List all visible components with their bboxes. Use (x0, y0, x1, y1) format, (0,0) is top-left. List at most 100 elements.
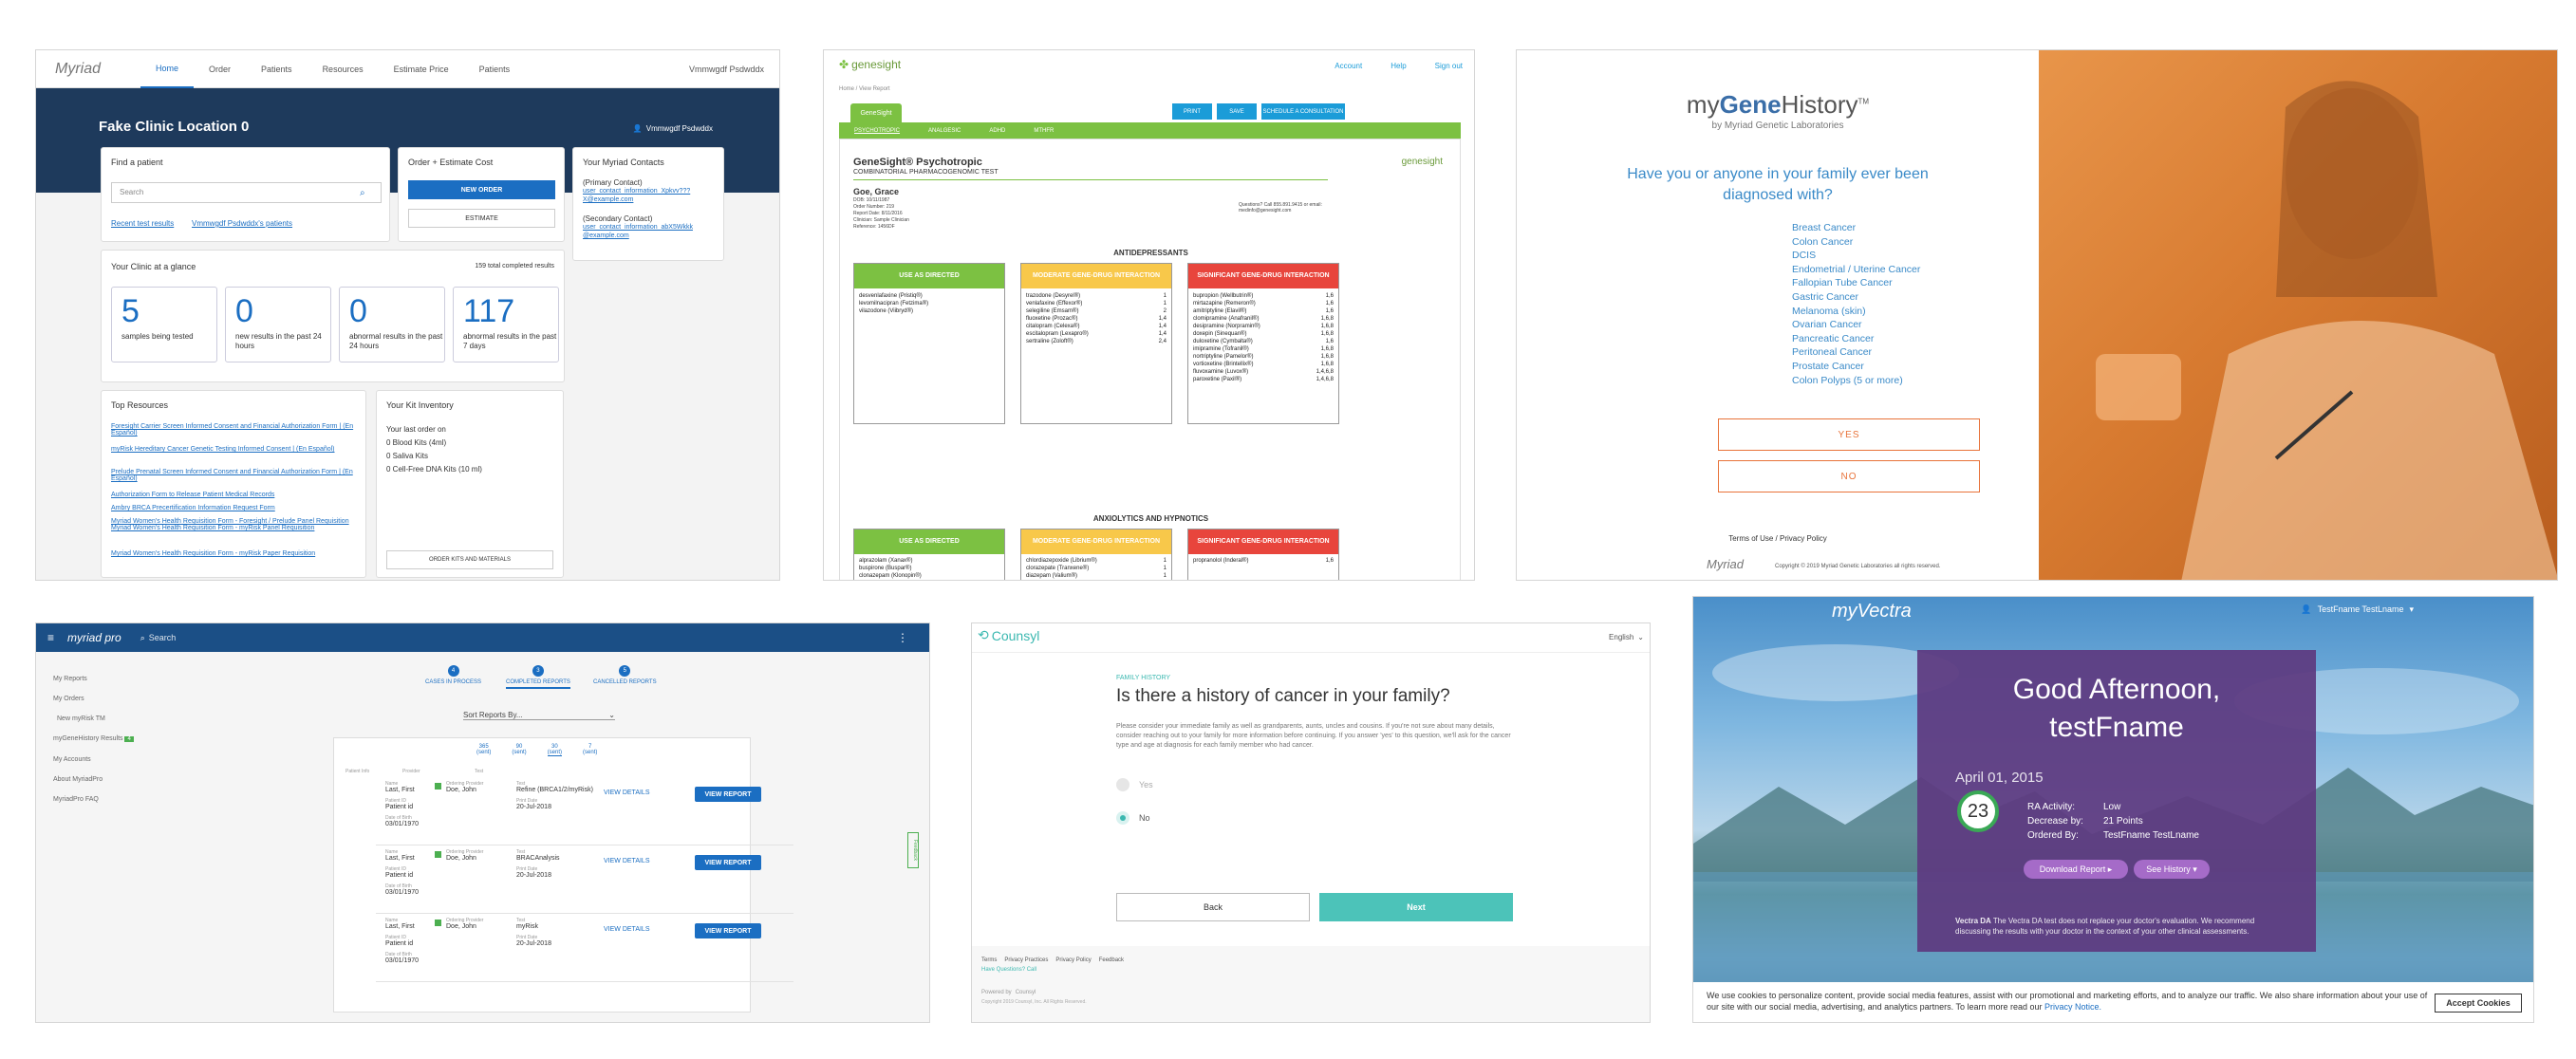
clinic-user[interactable]: Vmmwgdf Psdwddx (646, 124, 713, 133)
filter-365[interactable]: 365 (sent) (476, 744, 491, 756)
see-history-button[interactable]: See History ▾ (2134, 860, 2210, 879)
order-kits-button[interactable]: ORDER KITS AND MATERIALS (386, 550, 553, 569)
view-details-link[interactable]: VIEW DETAILS (604, 858, 650, 864)
cancer-option[interactable]: Colon Cancer (1792, 235, 1920, 250)
resource-link[interactable]: Myriad Women's Health Requisition Form -… (111, 550, 358, 557)
cancer-option[interactable]: Melanoma (skin) (1792, 305, 1920, 319)
subtab-psychotropic[interactable]: PSYCHOTROPIC (854, 128, 900, 134)
filter-7[interactable]: 7 (sent) (583, 744, 597, 756)
footer-link-privacy-practices[interactable]: Privacy Practices (1004, 957, 1048, 963)
stat-abnormal-7d[interactable]: 117 abnormal results in the past 7 days (453, 287, 559, 362)
sidebar-item-my-accounts[interactable]: My Accounts (53, 750, 134, 770)
yes-button[interactable]: YES (1718, 418, 1980, 451)
stat-samples-tested[interactable]: 5 samples being tested (111, 287, 217, 362)
nav-patients[interactable]: Patients (246, 50, 308, 88)
terms-link[interactable]: Terms of Use / Privacy Policy (1517, 534, 2039, 543)
primary-contact-name[interactable]: user_contact_information_Xpkvv??? (583, 188, 690, 195)
view-report-button[interactable]: VIEW REPORT (695, 855, 761, 870)
cancer-option[interactable]: Fallopian Tube Cancer (1792, 276, 1920, 290)
counsyl-logo[interactable]: Counsyl (992, 628, 1040, 643)
resource-link[interactable]: Foresight Carrier Screen Informed Consen… (111, 423, 358, 437)
sidebar-item-about[interactable]: About MyriadPro (53, 770, 134, 790)
tab-cases-in-process[interactable]: 4 CASES IN PROCESS (425, 665, 481, 685)
questions-call[interactable]: Have Questions? Call (981, 967, 1036, 973)
option-no[interactable]: No (1116, 811, 1150, 825)
tab-genesight[interactable]: GeneSight (850, 103, 902, 122)
cancer-option[interactable]: Ovarian Cancer (1792, 318, 1920, 332)
resource-link[interactable]: Prelude Prenatal Screen Informed Consent… (111, 469, 358, 482)
sidebar-item-my-reports[interactable]: My Reports (53, 669, 134, 689)
primary-contact-email[interactable]: X@example.com (583, 196, 633, 203)
filter-30[interactable]: 30 (sent) (547, 744, 563, 756)
stat-new-results[interactable]: 0 new results in the past 24 hours (225, 287, 331, 362)
new-order-button[interactable]: NEW ORDER (408, 180, 555, 199)
cancer-option[interactable]: Gastric Cancer (1792, 290, 1920, 305)
print-button[interactable]: PRINT (1172, 103, 1212, 120)
nav-resources[interactable]: Resources (308, 50, 379, 88)
breadcrumb[interactable]: Home / View Report (839, 86, 890, 92)
sort-select[interactable]: Sort Reports By... ⌄ (463, 711, 615, 720)
nav-estimate-price[interactable]: Estimate Price (379, 50, 464, 88)
genesight-logo[interactable]: genesight (851, 58, 901, 71)
tab-completed-reports[interactable]: 3 COMPLETED REPORTS (506, 665, 570, 689)
no-button[interactable]: NO (1718, 460, 1980, 492)
language-select[interactable]: English ⌄ (1609, 633, 1644, 641)
subtab-adhd[interactable]: ADHD (989, 128, 1005, 134)
cancer-option[interactable]: Pancreatic Cancer (1792, 332, 1920, 346)
patient-search-input[interactable]: Search (111, 182, 382, 203)
subtab-mthfr[interactable]: MTHFR (1034, 128, 1054, 134)
save-button[interactable]: SAVE (1217, 103, 1257, 120)
help-link[interactable]: Help (1391, 62, 1406, 70)
option-yes[interactable]: Yes (1116, 778, 1153, 791)
resource-link[interactable]: Myriad Women's Health Requisition Form -… (111, 518, 358, 531)
cancer-option[interactable]: Peritoneal Cancer (1792, 345, 1920, 360)
feedback-tab[interactable]: Feedback (907, 832, 919, 868)
cancer-option[interactable]: DCIS (1792, 249, 1920, 263)
cancer-option[interactable]: Endometrial / Uterine Cancer (1792, 263, 1920, 277)
nav-home[interactable]: Home (140, 50, 195, 88)
menu-icon[interactable]: ≡ (47, 631, 54, 644)
myvectra-logo[interactable]: myVectra (1832, 601, 1912, 622)
privacy-notice-link[interactable]: Privacy Notice. (2044, 1002, 2101, 1012)
next-button[interactable]: Next (1319, 893, 1513, 921)
sidebar-item-mygenehistory[interactable]: myGeneHistory Results (53, 735, 123, 742)
user-menu[interactable]: 👤 TestFname TestLname ▾ (2301, 604, 2414, 615)
view-details-link[interactable]: VIEW DETAILS (604, 790, 650, 796)
resource-link[interactable]: myRisk Hereditary Cancer Genetic Testing… (111, 446, 358, 453)
schedule-consultation-button[interactable]: SCHEDULE A CONSULTATION (1261, 103, 1345, 120)
secondary-contact-name[interactable]: user_contact_information_abX5Wkkk (583, 224, 693, 231)
filter-90[interactable]: 90 (sent) (512, 744, 526, 756)
search-input[interactable]: Search (149, 633, 177, 642)
cancer-option[interactable]: Breast Cancer (1792, 221, 1920, 235)
tab-cancelled-reports[interactable]: 5 CANCELLED REPORTS (593, 665, 657, 685)
my-patients-link[interactable]: Vmmwgdf Psdwddx's patients (192, 219, 292, 228)
sign-out-link[interactable]: Sign out (1435, 62, 1463, 70)
stat-abnormal-24h[interactable]: 0 abnormal results in the past 24 hours (339, 287, 445, 362)
footer-link-feedback[interactable]: Feedback (1099, 957, 1124, 963)
view-details-link[interactable]: VIEW DETAILS (604, 926, 650, 933)
more-icon[interactable]: ⋮ (897, 631, 908, 644)
myriadpro-logo[interactable]: myriad pro (67, 631, 121, 644)
subtab-analgesic[interactable]: ANALGESIC (928, 128, 961, 134)
sidebar-item-my-orders[interactable]: My Orders (53, 689, 134, 709)
estimate-button[interactable]: ESTIMATE (408, 209, 555, 228)
download-report-button[interactable]: Download Report ▸ (2024, 860, 2128, 879)
nav-user-menu[interactable]: Vmmwgdf Psdwddx (674, 50, 779, 88)
footer-link-terms[interactable]: Terms (981, 957, 997, 963)
view-report-button[interactable]: VIEW REPORT (695, 923, 761, 938)
sidebar-item-new-myrisk[interactable]: New myRisk TM (53, 709, 134, 729)
back-button[interactable]: Back (1116, 893, 1310, 921)
nav-order[interactable]: Order (194, 50, 246, 88)
sidebar-item-faq[interactable]: MyriadPro FAQ (53, 790, 134, 809)
recent-results-link[interactable]: Recent test results (111, 219, 174, 228)
account-link[interactable]: Account (1335, 62, 1362, 70)
cancer-option[interactable]: Prostate Cancer (1792, 360, 1920, 374)
nav-patients-beta[interactable]: Patients (464, 50, 526, 88)
resource-link[interactable]: Authorization Form to Release Patient Me… (111, 492, 358, 498)
resource-link[interactable]: Ambry BRCA Precertification Information … (111, 505, 358, 511)
cancer-option[interactable]: Colon Polyps (5 or more) (1792, 374, 1920, 388)
search-icon[interactable]: ⌕ (360, 188, 365, 198)
view-report-button[interactable]: VIEW REPORT (695, 787, 761, 802)
accept-cookies-button[interactable]: Accept Cookies (2435, 994, 2522, 1013)
myriad-logo[interactable]: Myriad (55, 61, 140, 78)
